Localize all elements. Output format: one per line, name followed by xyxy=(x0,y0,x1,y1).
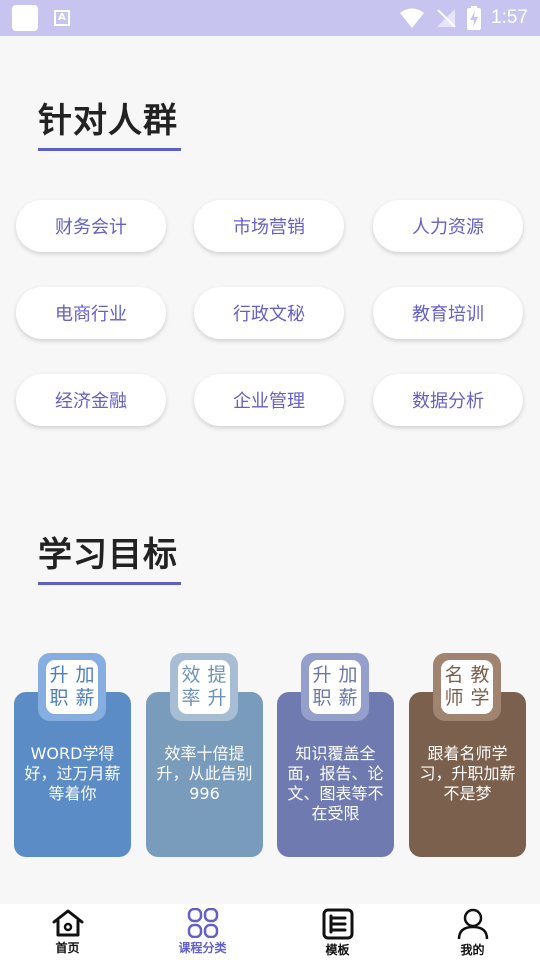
section-underline xyxy=(38,582,181,585)
audience-chip[interactable]: 企业管理 xyxy=(194,374,344,426)
app-notification-icon xyxy=(12,5,38,31)
audience-chip[interactable]: 行政文秘 xyxy=(194,287,344,339)
goal-card-text: 知识覆盖全面，报告、论文、图表等不在受限 xyxy=(287,744,384,823)
audience-chip[interactable]: 财务会计 xyxy=(16,200,166,252)
nav-item-course-category[interactable]: 课程分类 xyxy=(135,904,270,960)
goal-badge-line: 升职 xyxy=(312,664,332,709)
audience-chip[interactable]: 数据分析 xyxy=(373,374,523,426)
audience-chip[interactable]: 电商行业 xyxy=(16,287,166,339)
text-notification-icon: A xyxy=(54,10,70,26)
goal-badge-label: 升职 加薪 xyxy=(309,660,361,714)
template-icon xyxy=(322,908,353,940)
goal-badge-label: 升职 加薪 xyxy=(46,660,98,714)
nav-item-template[interactable]: 模板 xyxy=(270,904,405,960)
goal-badge: 名师 教学 xyxy=(433,653,501,721)
section-title-target-group: 针对人群 xyxy=(38,101,178,141)
status-bar: A 1:57 xyxy=(0,0,540,36)
nav-label: 我的 xyxy=(460,943,485,957)
nav-label: 模板 xyxy=(325,943,350,957)
bottom-nav: 首页 课程分类 模板 我的 xyxy=(0,904,540,960)
goal-card-text: 跟着名师学习，升职加薪不是梦 xyxy=(419,744,516,803)
nav-label: 课程分类 xyxy=(178,941,227,955)
audience-chip[interactable]: 经济金融 xyxy=(16,374,166,426)
goal-badge-label: 名师 教学 xyxy=(441,660,493,714)
home-icon xyxy=(52,909,83,937)
wifi-icon xyxy=(400,8,425,28)
goal-badge-line: 名师 xyxy=(444,664,464,709)
nav-item-home[interactable]: 首页 xyxy=(0,904,135,960)
status-time: 1:57 xyxy=(491,7,528,28)
goal-badge: 效率 提升 xyxy=(170,653,238,721)
goal-badge-line: 教学 xyxy=(470,664,490,709)
goal-badge-line: 效率 xyxy=(181,664,201,709)
no-signal-icon xyxy=(437,9,456,28)
goal-card-text: 效率十倍提升，从此告别996 xyxy=(156,744,253,803)
goal-badge-line: 升职 xyxy=(49,664,69,709)
person-icon xyxy=(457,908,488,940)
goal-card-text: WORD学得好，过万月薪等着你 xyxy=(24,744,121,803)
nav-label: 首页 xyxy=(55,941,80,955)
audience-chip[interactable]: 教育培训 xyxy=(373,287,523,339)
battery-charging-icon xyxy=(467,6,482,30)
goal-badge: 升职 加薪 xyxy=(301,653,369,721)
nav-item-mine[interactable]: 我的 xyxy=(405,904,540,960)
goal-badge-line: 提升 xyxy=(207,664,227,709)
goal-badge-line: 加薪 xyxy=(75,664,95,709)
goal-badge-line: 加薪 xyxy=(338,664,358,709)
audience-chip[interactable]: 人力资源 xyxy=(373,200,523,252)
goal-badge: 升职 加薪 xyxy=(38,653,106,721)
section-title-learning-goals: 学习目标 xyxy=(38,535,178,575)
section-underline xyxy=(38,148,181,151)
audience-chip[interactable]: 市场营销 xyxy=(194,200,344,252)
grid-icon xyxy=(187,908,218,938)
goal-badge-label: 效率 提升 xyxy=(178,660,230,714)
